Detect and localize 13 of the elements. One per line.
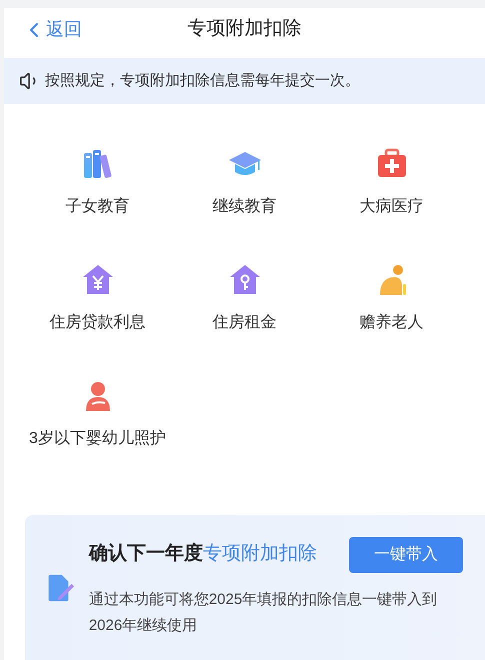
card-description: 通过本功能可将您2025年填报的扣除信息一键带入到2026年继续使用 bbox=[88, 590, 438, 636]
deduction-item[interactable]: 3岁以下婴幼儿照护 bbox=[24, 378, 171, 454]
page-title: 专项附加扣除 bbox=[188, 16, 302, 41]
deduction-item[interactable]: 大病医疗 bbox=[318, 146, 465, 222]
deduction-item[interactable]: 子女教育 bbox=[24, 146, 171, 222]
deduction-item[interactable]: 住房租金 bbox=[171, 262, 318, 338]
card-title: 确认下一年度专项附加扣除 bbox=[88, 542, 317, 566]
deduction-item[interactable]: 住房贷款利息 bbox=[24, 262, 171, 338]
one-click-import-button[interactable]: 一键带入 bbox=[349, 536, 463, 572]
back-button[interactable]: 返回 bbox=[22, 16, 82, 43]
deduction-item[interactable]: 继续教育 bbox=[171, 146, 318, 222]
notice-text: 按照规定，专项附加扣除信息需每年提交一次。 bbox=[45, 70, 360, 91]
deduction-item[interactable]: 赡养老人 bbox=[318, 262, 465, 338]
